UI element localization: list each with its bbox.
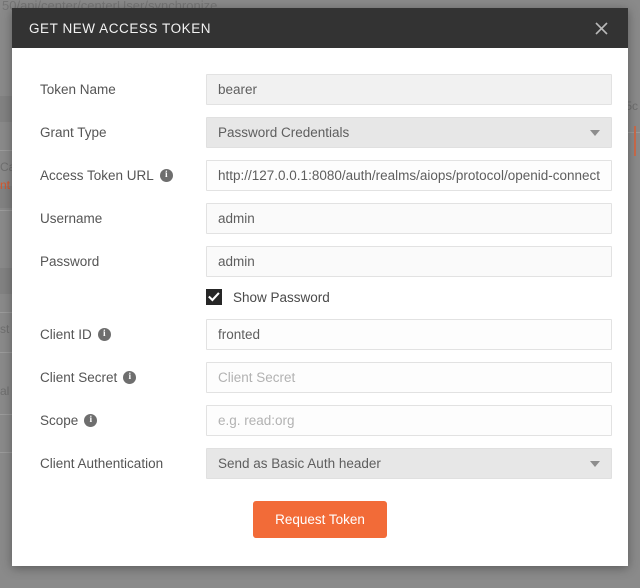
- field-wrap-scope: [206, 405, 612, 436]
- label-client-authentication-text: Client Authentication: [40, 456, 164, 471]
- client-secret-input[interactable]: [206, 362, 612, 393]
- field-wrap-password: [206, 246, 612, 277]
- close-icon[interactable]: [588, 15, 614, 41]
- token-name-input[interactable]: [206, 74, 612, 105]
- form-row-access-token-url: Access Token URL i: [28, 160, 612, 191]
- label-grant-type-text: Grant Type: [40, 125, 107, 140]
- label-access-token-url-text: Access Token URL: [40, 168, 154, 183]
- label-username-text: Username: [40, 211, 103, 226]
- form-row-client-secret: Client Secret i: [28, 362, 612, 393]
- grant-type-selected-value: Password Credentials: [218, 125, 350, 140]
- label-client-id: Client ID i: [28, 327, 206, 342]
- dialog-header: GET NEW ACCESS TOKEN: [12, 8, 628, 48]
- label-scope-text: Scope: [40, 413, 79, 428]
- field-wrap-client-authentication: Send as Basic Auth header: [206, 448, 612, 479]
- client-authentication-select[interactable]: Send as Basic Auth header: [206, 448, 612, 479]
- chevron-down-icon: [590, 129, 600, 136]
- show-password-checkbox[interactable]: [206, 289, 222, 305]
- password-input[interactable]: [206, 246, 612, 277]
- client-authentication-selected-value: Send as Basic Auth header: [218, 456, 381, 471]
- label-grant-type: Grant Type: [28, 125, 206, 140]
- form-row-scope: Scope i: [28, 405, 612, 436]
- label-password-text: Password: [40, 254, 100, 269]
- field-wrap-grant-type: Password Credentials: [206, 117, 612, 148]
- form-row-grant-type: Grant Type Password Credentials: [28, 117, 612, 148]
- label-client-secret: Client Secret i: [28, 370, 206, 385]
- info-icon[interactable]: i: [123, 371, 137, 384]
- form-row-client-id: Client ID i: [28, 319, 612, 350]
- field-wrap-username: [206, 203, 612, 234]
- field-wrap-client-id: [206, 319, 612, 350]
- form-row-token-name: Token Name: [28, 74, 612, 105]
- label-client-authentication: Client Authentication: [28, 456, 206, 471]
- submit-row: Request Token: [28, 501, 612, 538]
- username-input[interactable]: [206, 203, 612, 234]
- show-password-label: Show Password: [233, 289, 330, 305]
- label-client-secret-text: Client Secret: [40, 370, 118, 385]
- field-wrap-access-token-url: [206, 160, 612, 191]
- info-icon[interactable]: i: [97, 328, 111, 341]
- label-scope: Scope i: [28, 413, 206, 428]
- dialog-body: Token Name Grant Type Password Credentia…: [12, 48, 628, 566]
- client-id-input[interactable]: [206, 319, 612, 350]
- chevron-down-icon: [590, 460, 600, 467]
- form-row-client-authentication: Client Authentication Send as Basic Auth…: [28, 448, 612, 479]
- label-password: Password: [28, 254, 206, 269]
- background-left-fragment: nt: [0, 178, 11, 192]
- background-accent-bar: [634, 126, 636, 156]
- field-wrap-client-secret: [206, 362, 612, 393]
- label-client-id-text: Client ID: [40, 327, 92, 342]
- get-new-access-token-dialog: GET NEW ACCESS TOKEN Token Name Grant Ty…: [12, 8, 628, 566]
- info-icon[interactable]: i: [84, 414, 98, 427]
- grant-type-select[interactable]: Password Credentials: [206, 117, 612, 148]
- label-username: Username: [28, 211, 206, 226]
- show-password-group: Show Password: [206, 289, 330, 305]
- field-wrap-token-name: [206, 74, 612, 105]
- form-row-password: Password: [28, 246, 612, 277]
- background-left-fragment: st: [0, 322, 10, 336]
- form-row-show-password: Show Password: [28, 289, 612, 305]
- dialog-title: GET NEW ACCESS TOKEN: [29, 20, 212, 36]
- label-token-name-text: Token Name: [40, 82, 116, 97]
- info-icon[interactable]: i: [159, 169, 173, 182]
- label-token-name: Token Name: [28, 82, 206, 97]
- scope-input[interactable]: [206, 405, 612, 436]
- access-token-url-input[interactable]: [206, 160, 612, 191]
- background-left-fragment: al: [0, 384, 10, 398]
- label-access-token-url: Access Token URL i: [28, 168, 206, 183]
- request-token-button[interactable]: Request Token: [253, 501, 387, 538]
- form-row-username: Username: [28, 203, 612, 234]
